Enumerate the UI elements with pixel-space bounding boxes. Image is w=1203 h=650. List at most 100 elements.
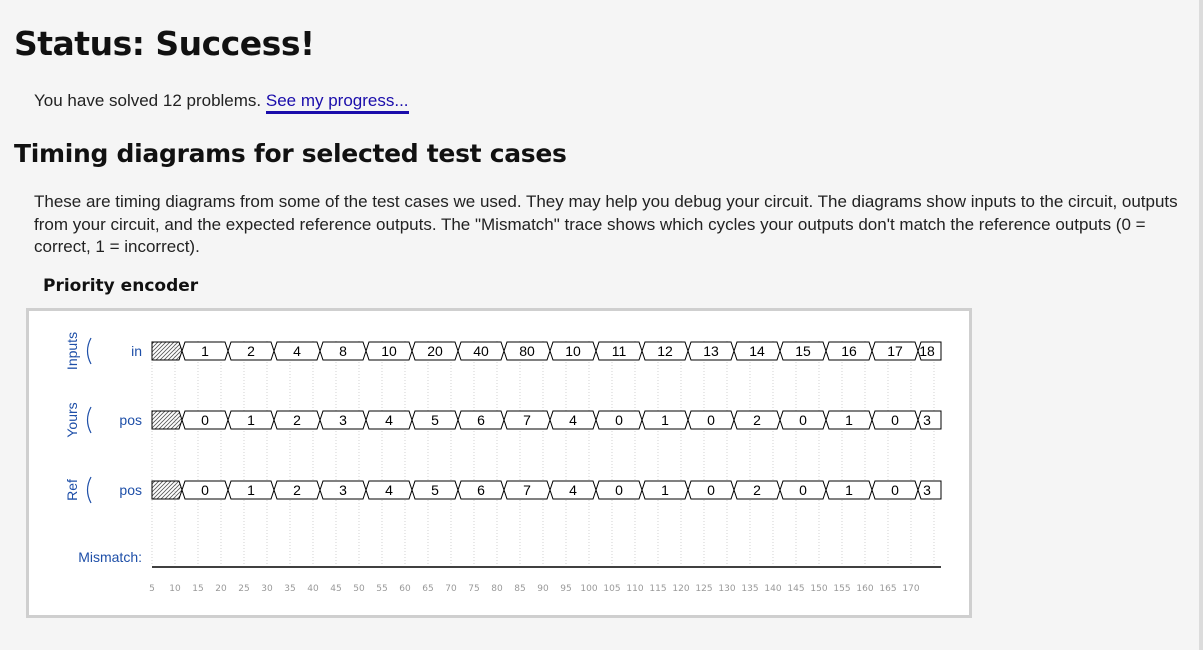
unknown-region (151, 341, 183, 361)
value-label: 0 (891, 482, 899, 498)
time-tick: 30 (261, 584, 273, 594)
time-tick: 65 (422, 584, 433, 594)
value-label: 0 (707, 412, 715, 428)
value-label: 0 (201, 412, 209, 428)
value-label: 0 (707, 482, 715, 498)
value-label: 1 (247, 482, 255, 498)
value-label: 0 (891, 412, 899, 428)
waveform-panel: Inputs in 1 2 4 8 10 20 40 80 10 11 12 13 14 15 16 17 18 Yo… (26, 308, 972, 618)
value-label: 2 (293, 412, 301, 428)
value-label: 4 (293, 343, 301, 359)
value-label: 2 (753, 412, 761, 428)
group-bracket (86, 406, 92, 434)
value-label: 2 (753, 482, 761, 498)
value-label: 16 (841, 343, 857, 359)
signal-name: pos (119, 482, 142, 498)
value-label: 1 (845, 482, 853, 498)
value-label: 7 (523, 412, 531, 428)
solved-count-text: You have solved 12 problems. (34, 91, 266, 110)
value-label: 0 (201, 482, 209, 498)
group-bracket (86, 337, 92, 365)
value-label: 1 (845, 412, 853, 428)
waveform-diagram: Inputs in 1 2 4 8 10 20 40 80 10 11 12 13 14 15 16 17 18Yo… (64, 332, 942, 594)
value-label: 1 (661, 412, 669, 428)
page-scrollbar[interactable] (1199, 0, 1203, 650)
value-label: 1 (661, 482, 669, 498)
time-tick: 40 (307, 584, 319, 594)
value-label: 0 (799, 412, 807, 428)
value-label: 5 (431, 482, 439, 498)
unknown-region (151, 410, 183, 430)
time-tick: 120 (672, 584, 689, 594)
value-label: 3 (923, 412, 931, 428)
signal-name: pos (119, 412, 142, 428)
time-tick: 130 (718, 584, 735, 594)
value-label: 10 (381, 343, 397, 359)
time-tick: 60 (399, 584, 411, 594)
value-label: 10 (565, 343, 581, 359)
value-label: 8 (339, 343, 347, 359)
mismatch-label: Mismatch: (78, 549, 142, 565)
time-tick: 10 (169, 584, 181, 594)
value-label: 0 (615, 482, 623, 498)
time-tick: 125 (695, 584, 712, 594)
value-label: 3 (339, 482, 347, 498)
time-tick: 25 (238, 584, 249, 594)
group-bracket (86, 476, 92, 504)
value-label: 2 (293, 482, 301, 498)
value-label: 7 (523, 482, 531, 498)
time-tick: 170 (902, 584, 919, 594)
value-label: 13 (703, 343, 719, 359)
time-tick: 115 (649, 584, 666, 594)
time-tick: 55 (376, 584, 387, 594)
time-tick: 150 (810, 584, 827, 594)
value-label: 6 (477, 482, 485, 498)
value-label: 17 (887, 343, 903, 359)
time-tick: 105 (603, 584, 620, 594)
time-tick: 80 (491, 584, 503, 594)
value-label: 1 (201, 343, 209, 359)
value-label: 18 (919, 343, 935, 359)
value-label: 6 (477, 412, 485, 428)
value-label: 0 (615, 412, 623, 428)
value-label: 4 (385, 412, 393, 428)
time-tick: 15 (192, 584, 203, 594)
time-tick: 90 (537, 584, 549, 594)
time-tick: 70 (445, 584, 457, 594)
unknown-region (151, 480, 183, 500)
test-case-title: Priority encoder (43, 276, 199, 296)
time-tick: 5 (149, 584, 155, 594)
value-label: 4 (569, 412, 577, 428)
value-label: 80 (519, 343, 535, 359)
see-progress-link[interactable]: See my progress... (265, 91, 409, 114)
time-tick: 110 (626, 584, 643, 594)
time-tick: 160 (856, 584, 873, 594)
solved-summary: You have solved 12 problems. See my prog… (34, 91, 409, 114)
time-tick: 155 (833, 584, 850, 594)
status-heading: Status: Success! (14, 24, 315, 63)
time-tick: 85 (514, 584, 525, 594)
time-tick: 165 (879, 584, 896, 594)
value-label: 5 (431, 412, 439, 428)
group-label: Yours (64, 402, 80, 437)
value-label: 0 (799, 482, 807, 498)
value-label: 14 (749, 343, 765, 359)
time-tick: 75 (468, 584, 479, 594)
time-tick: 45 (330, 584, 341, 594)
timing-diagrams-heading: Timing diagrams for selected test cases (14, 139, 567, 168)
time-tick: 145 (787, 584, 804, 594)
value-label: 11 (612, 343, 627, 359)
time-tick: 140 (764, 584, 781, 594)
value-label: 20 (427, 343, 443, 359)
group-label: Ref (64, 479, 80, 501)
value-label: 3 (923, 482, 931, 498)
time-tick: 50 (353, 584, 365, 594)
time-tick: 100 (580, 584, 597, 594)
time-tick: 35 (284, 584, 295, 594)
value-label: 3 (339, 412, 347, 428)
time-tick: 20 (215, 584, 227, 594)
timing-description: These are timing diagrams from some of t… (34, 192, 1178, 256)
signal-name: in (131, 343, 142, 359)
time-tick: 135 (741, 584, 758, 594)
value-label: 4 (569, 482, 577, 498)
